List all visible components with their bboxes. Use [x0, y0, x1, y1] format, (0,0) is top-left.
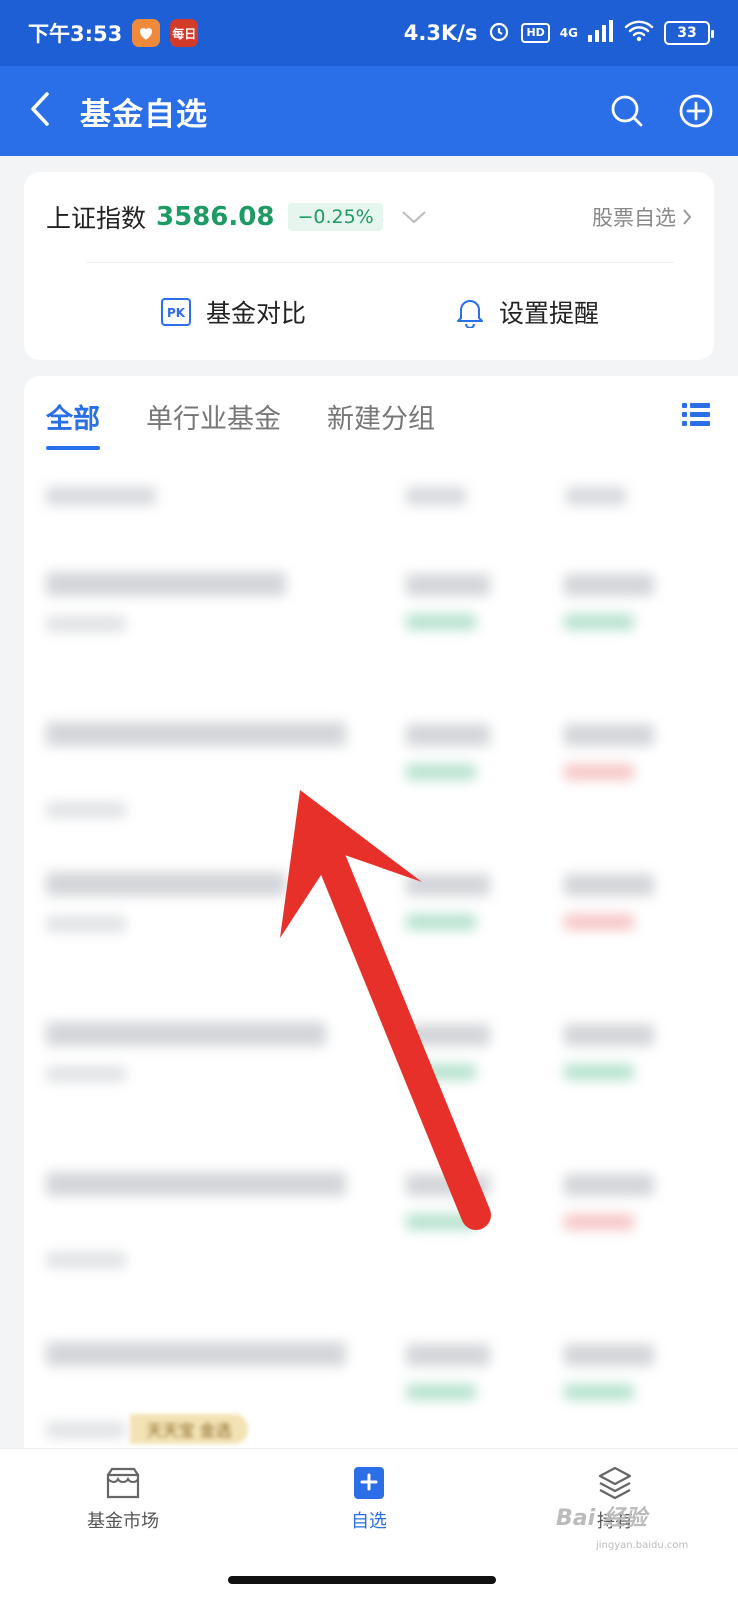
fund-row[interactable] [24, 1136, 738, 1306]
app-header: 基金自选 [0, 66, 738, 156]
chevron-left-icon [29, 91, 51, 131]
nav-fund-market-label: 基金市场 [87, 1511, 159, 1532]
alarm-icon [487, 19, 511, 48]
svg-text:PK: PK [167, 306, 186, 320]
signal-icon [588, 19, 614, 47]
tab-new-group[interactable]: 新建分组 [327, 376, 435, 456]
plus-circle-icon [679, 94, 713, 128]
index-row[interactable]: 上证指数 3586.08 −0.25% 股票自选 [24, 172, 714, 262]
watchlist-icon [354, 1467, 384, 1499]
tab-single-industry[interactable]: 单行业基金 [146, 376, 281, 456]
fund-row[interactable] [24, 536, 738, 686]
tab-all[interactable]: 全部 [46, 376, 100, 456]
list-menu-icon [682, 403, 710, 426]
fund-compare-label: 基金对比 [205, 298, 306, 328]
nav-fund-market[interactable]: 基金市场 [0, 1449, 246, 1600]
hd-icon: HD [521, 23, 550, 43]
status-right: 4.3K/s HD 4G 33 [403, 19, 714, 48]
promo-tag: 天天宝 金选 [130, 1414, 248, 1444]
list-layout-button[interactable] [682, 402, 710, 432]
index-actions: PK 基金对比 设置提醒 [86, 262, 674, 360]
battery-icon: 33 [664, 21, 714, 45]
signal-type: 4G [559, 26, 578, 40]
page-title: 基金自选 [80, 96, 208, 133]
blurred-fund-list [24, 456, 738, 1476]
bell-icon [456, 299, 483, 328]
index-card: 上证指数 3586.08 −0.25% 股票自选 PK 基金对比 设置提醒 [24, 172, 714, 360]
network-speed: 4.3K/s [403, 21, 478, 45]
group-tabs: 全部 单行业基金 新建分组 [24, 376, 738, 456]
set-reminder-button[interactable]: 设置提醒 [380, 263, 674, 360]
chevron-right-icon [683, 209, 692, 225]
index-change-badge: −0.25% [288, 203, 383, 231]
fund-row[interactable] [24, 836, 738, 986]
holdings-icon [598, 1466, 632, 1500]
baidu-watermark-url: jingyan.baidu.com [596, 1540, 689, 1551]
set-reminder-label: 设置提醒 [498, 298, 599, 328]
baidu-watermark: Bai 经验 [556, 1506, 647, 1531]
search-button[interactable] [610, 94, 644, 128]
fund-row[interactable] [24, 986, 738, 1136]
home-indicator[interactable] [228, 1576, 496, 1584]
stock-watchlist-link[interactable]: 股票自选 [592, 202, 692, 232]
nav-watchlist-label: 自选 [351, 1511, 387, 1532]
wifi-icon [624, 19, 654, 48]
back-button[interactable] [0, 66, 80, 156]
pk-icon: PK [160, 297, 191, 326]
status-bar: 下午3:53 每日 4.3K/s HD 4G 33 [0, 0, 738, 66]
header-actions [610, 93, 738, 129]
search-icon [611, 95, 643, 127]
fund-compare-button[interactable]: PK 基金对比 [86, 263, 380, 360]
heart-app-icon [132, 19, 161, 47]
status-left: 下午3:53 每日 [28, 18, 199, 48]
chevron-down-icon[interactable] [401, 209, 427, 225]
daily-app-icon: 每日 [170, 19, 199, 47]
index-name: 上证指数 [46, 204, 147, 233]
add-fund-button[interactable] [678, 93, 714, 129]
market-icon [106, 1467, 140, 1499]
index-value: 3586.08 [156, 202, 275, 232]
list-column-header [24, 456, 738, 536]
fund-list-panel: 全部 单行业基金 新建分组 [24, 376, 738, 1476]
stock-watchlist-label: 股票自选 [592, 206, 676, 230]
status-time: 下午3:53 [28, 22, 123, 46]
fund-row[interactable] [24, 686, 738, 836]
